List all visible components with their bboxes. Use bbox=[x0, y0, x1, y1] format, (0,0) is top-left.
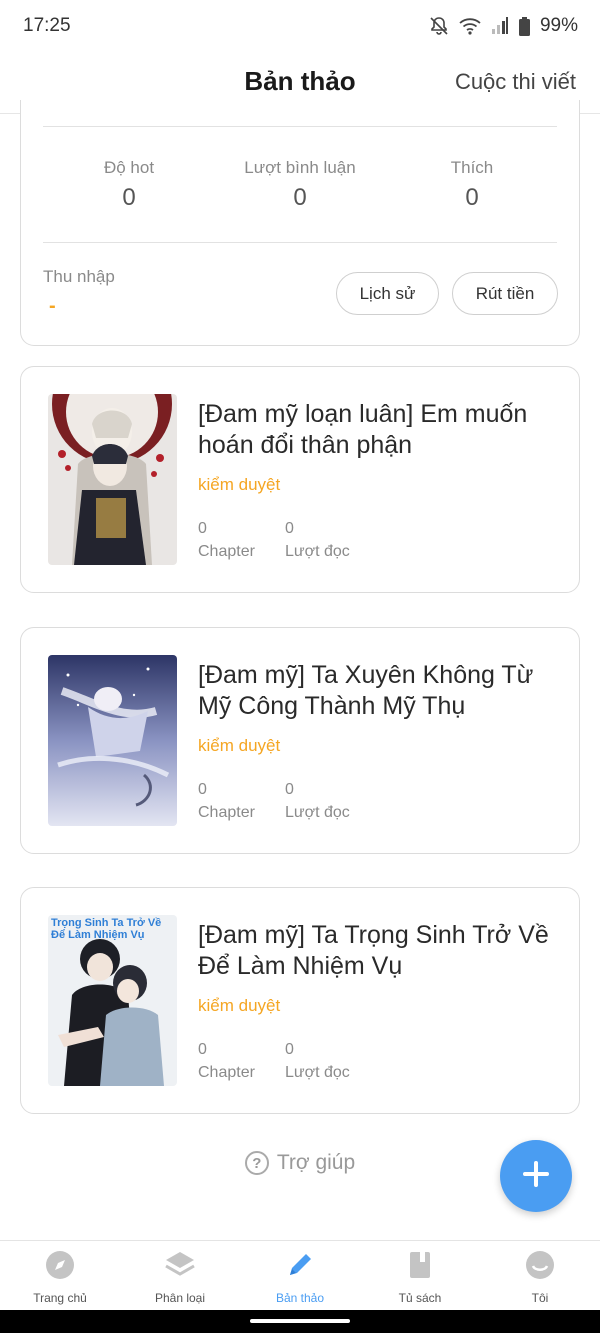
stat-value: 0 bbox=[293, 184, 307, 211]
stat-value: 0 bbox=[122, 184, 136, 211]
chapter-label: Chapter bbox=[198, 804, 255, 821]
chapter-count: 0 Chapter bbox=[198, 1038, 255, 1084]
compass-icon bbox=[45, 1250, 75, 1285]
chapter-value: 0 bbox=[198, 781, 207, 798]
pencil-icon bbox=[285, 1250, 315, 1285]
stats-card: Độ hot 0 Lượt bình luận 0 Thích 0 Thu nh… bbox=[20, 100, 580, 346]
bottom-nav: Trang chủ Phân loại Bản thảo Tủ sách Tôi bbox=[0, 1240, 600, 1310]
book-title: [Đam mỹ] Ta Xuyên Không Từ Mỹ Công Thành… bbox=[198, 661, 534, 720]
book-cover bbox=[48, 655, 177, 826]
chapter-label: Chapter bbox=[198, 543, 255, 560]
chapter-label: Chapter bbox=[198, 1064, 255, 1081]
review-status: kiểm duyệt bbox=[198, 996, 281, 1015]
status-time: 17:25 bbox=[23, 15, 71, 36]
book-icon bbox=[405, 1250, 435, 1285]
read-count: 0 Lượt đọc bbox=[285, 517, 350, 563]
stat-hot: Độ hot 0 bbox=[39, 158, 219, 212]
question-icon: ? bbox=[244, 1151, 269, 1175]
nav-label: Tôi bbox=[531, 1291, 549, 1305]
chapter-value: 0 bbox=[198, 520, 207, 537]
status-icons: 99% bbox=[429, 15, 578, 37]
chapter-value: 0 bbox=[198, 1041, 207, 1058]
contest-link[interactable]: Cuộc thi viết bbox=[455, 69, 576, 95]
read-label: Lượt đọc bbox=[285, 1064, 350, 1081]
income-value: - bbox=[49, 295, 56, 317]
stat-likes: Thích 0 bbox=[382, 158, 562, 212]
cover-title-text: Trọng Sinh Ta Trở Về Để Làm Nhiệm Vụ bbox=[51, 917, 162, 941]
nav-profile[interactable]: Tôi bbox=[480, 1241, 600, 1310]
book-cover bbox=[48, 394, 177, 565]
bell-off-icon bbox=[429, 16, 449, 36]
help-label: Trợ giúp bbox=[276, 1151, 356, 1174]
status-bar: 17:25 99% bbox=[0, 0, 600, 52]
chapter-count: 0 Chapter bbox=[198, 517, 255, 563]
read-label: Lượt đọc bbox=[285, 804, 350, 821]
wifi-icon bbox=[459, 17, 481, 35]
battery-percent: 99% bbox=[539, 15, 578, 36]
nav-bookshelf[interactable]: Tủ sách bbox=[360, 1241, 480, 1310]
book-card[interactable]: [Đam mỹ] Ta Xuyên Không Từ Mỹ Công Thành… bbox=[20, 627, 580, 854]
stat-value: 0 bbox=[465, 184, 479, 211]
divider bbox=[43, 126, 557, 127]
stat-label: Lượt bình luận bbox=[244, 158, 356, 177]
nav-label: Tủ sách bbox=[398, 1291, 442, 1305]
nav-label: Phân loại bbox=[154, 1291, 206, 1305]
add-book-button[interactable] bbox=[500, 1140, 572, 1212]
withdraw-button[interactable]: Rút tiền bbox=[452, 272, 558, 315]
layers-icon bbox=[164, 1250, 196, 1285]
chapter-count: 0 Chapter bbox=[198, 778, 255, 824]
book-cover: Trọng Sinh Ta Trở Về Để Làm Nhiệm Vụ bbox=[48, 915, 177, 1086]
read-count: 0 Lượt đọc bbox=[285, 778, 350, 824]
nav-home[interactable]: Trang chủ bbox=[0, 1241, 120, 1310]
read-value: 0 bbox=[285, 1041, 294, 1058]
book-title: [Đam mỹ loạn luân] Em muốn hoán đổi thân… bbox=[198, 400, 528, 459]
battery-icon bbox=[518, 16, 530, 36]
book-title: [Đam mỹ] Ta Trọng Sinh Trở Về Để Làm Nhi… bbox=[198, 921, 549, 980]
nav-drafts[interactable]: Bản thảo bbox=[240, 1241, 360, 1310]
stat-label: Thích bbox=[450, 158, 494, 177]
book-card[interactable]: Trọng Sinh Ta Trở Về Để Làm Nhiệm Vụ [Đa… bbox=[20, 887, 580, 1114]
income-label: Thu nhập bbox=[43, 267, 115, 286]
home-indicator[interactable] bbox=[250, 1319, 350, 1323]
review-status: kiểm duyệt bbox=[198, 736, 281, 755]
system-navigation-bar bbox=[0, 1310, 600, 1333]
signal-icon bbox=[491, 17, 509, 35]
plus-icon bbox=[521, 1159, 551, 1194]
divider bbox=[43, 242, 557, 243]
history-button[interactable]: Lịch sử bbox=[336, 272, 439, 315]
stat-comments: Lượt bình luận 0 bbox=[210, 158, 390, 212]
read-count: 0 Lượt đọc bbox=[285, 1038, 350, 1084]
smile-icon bbox=[525, 1250, 555, 1285]
stat-label: Độ hot bbox=[103, 158, 155, 177]
nav-label: Bản thảo bbox=[275, 1291, 325, 1305]
nav-categories[interactable]: Phân loại bbox=[120, 1241, 240, 1310]
read-label: Lượt đọc bbox=[285, 543, 350, 560]
nav-label: Trang chủ bbox=[33, 1291, 87, 1305]
review-status: kiểm duyệt bbox=[198, 475, 281, 494]
book-card[interactable]: [Đam mỹ loạn luân] Em muốn hoán đổi thân… bbox=[20, 366, 580, 593]
read-value: 0 bbox=[285, 781, 294, 798]
read-value: 0 bbox=[285, 520, 294, 537]
